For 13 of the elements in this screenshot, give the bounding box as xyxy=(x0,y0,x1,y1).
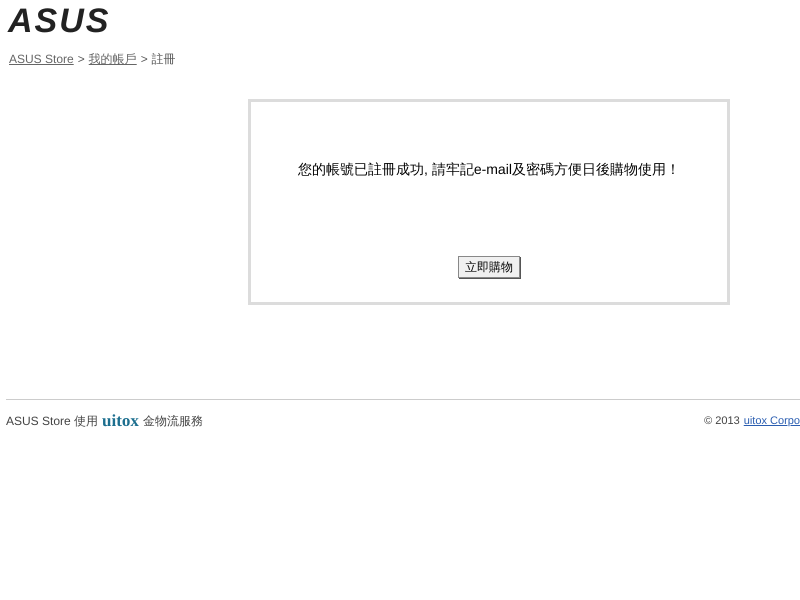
breadcrumb-text: > xyxy=(140,51,148,68)
copyright-text: © 2013 xyxy=(704,414,740,429)
breadcrumb-link[interactable]: ASUS Store xyxy=(9,50,74,68)
success-message: 您的帳號已註冊成功, 請牢記e-mail及密碼方便日後購物使用！ xyxy=(298,160,680,179)
breadcrumb-link[interactable]: 我的帳戶 xyxy=(88,50,137,68)
breadcrumb-text: > xyxy=(78,51,85,68)
footer-text: 金物流服務 xyxy=(142,413,203,430)
asus-logo: ASUS xyxy=(8,4,110,38)
uitox-logo: uitox xyxy=(102,413,139,429)
footer-text: ASUS Store 使用 xyxy=(6,413,98,430)
company-link[interactable]: uitox Corpo xyxy=(744,412,800,430)
breadcrumb-text: 註冊 xyxy=(152,51,176,68)
shop-now-button[interactable]: 立即購物 xyxy=(458,256,520,278)
